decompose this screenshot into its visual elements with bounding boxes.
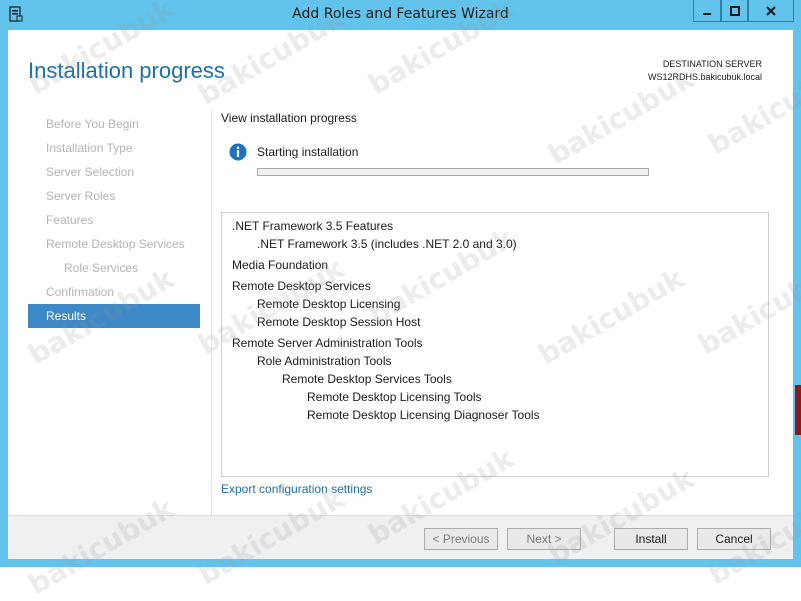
feature-item: Remote Desktop Services Tools [282,372,452,386]
feature-item: Role Administration Tools [257,354,392,368]
close-icon [766,5,776,16]
nav-item-results[interactable]: Results [28,304,200,328]
maximize-icon [729,5,740,16]
wizard-nav: Before You Begin Installation Type Server … [28,112,200,328]
page-title: Installation progress [28,58,225,83]
feature-item: Remote Desktop Session Host [257,315,421,329]
cancel-button[interactable]: Cancel [697,528,771,550]
info-icon [229,143,247,161]
feature-list[interactable]: .NET Framework 3.5 Features .NET Framewor… [221,212,769,477]
maximize-button[interactable] [721,0,748,22]
destination-server-name: WS12RDHS.bakicubuk.local [647,72,762,82]
nav-item-installation-type[interactable]: Installation Type [28,136,200,160]
install-button[interactable]: Install [614,528,688,550]
feature-item: .NET Framework 3.5 (includes .NET 2.0 an… [257,237,517,251]
view-progress-label: View installation progress [221,111,357,125]
wizard-content: Installation progress DESTINATION SERVER… [8,30,793,515]
close-button[interactable] [748,0,794,22]
feature-item: Media Foundation [232,258,329,272]
export-configuration-link[interactable]: Export configuration settings [221,482,372,496]
minimize-icon [703,12,711,15]
destination-label: DESTINATION SERVER [662,59,762,69]
feature-item: Remote Server Administration Tools [232,336,423,350]
nav-item-confirmation[interactable]: Confirmation [28,280,200,304]
feature-item: Remote Desktop Licensing Diagnoser Tools [307,408,540,422]
nav-item-features[interactable]: Features [28,208,200,232]
feature-item: Remote Desktop Licensing [257,297,401,311]
wizard-window: Add Roles and Features Wizard Installati… [0,0,801,601]
previous-button[interactable]: < Previous [424,528,498,550]
feature-item: .NET Framework 3.5 Features [232,219,394,233]
destination-server-info: DESTINATION SERVER WS12RDHS.bakicubuk.lo… [648,58,762,84]
nav-item-role-services[interactable]: Role Services [28,256,200,280]
background-window-edge [795,385,801,435]
title-bar[interactable]: Add Roles and Features Wizard [0,0,801,30]
feature-item: Remote Desktop Services [232,279,371,293]
install-progress-bar [257,168,649,176]
next-button[interactable]: Next > [507,528,581,550]
install-status-text: Starting installation [257,145,359,159]
feature-item: Remote Desktop Licensing Tools [307,390,482,404]
window-title: Add Roles and Features Wizard [292,6,509,22]
nav-divider [211,110,212,515]
nav-item-server-roles[interactable]: Server Roles [28,184,200,208]
nav-item-remote-desktop-services[interactable]: Remote Desktop Services [28,232,200,256]
minimize-button[interactable] [693,0,721,22]
wizard-footer: < Previous Next > Install Cancel [8,515,793,559]
nav-item-server-selection[interactable]: Server Selection [28,160,200,184]
nav-item-before-you-begin[interactable]: Before You Begin [28,112,200,136]
